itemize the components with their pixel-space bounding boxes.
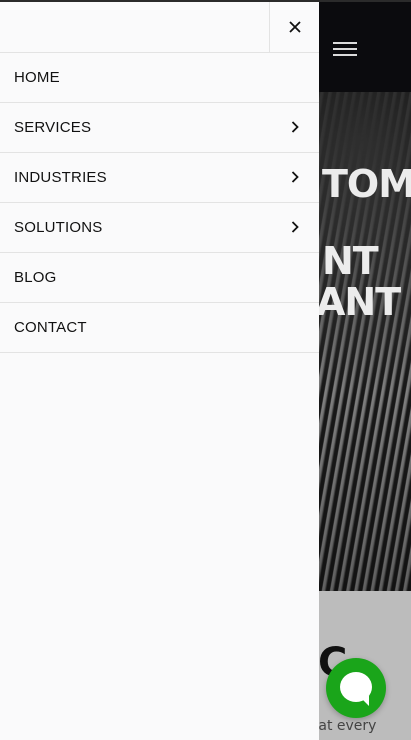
menu-item-services[interactable]: SERVICES [0, 103, 319, 153]
menu-item-blog[interactable]: BLOG [0, 253, 319, 303]
menu-item-label: INDUSTRIES [14, 169, 107, 186]
menu-item-industries[interactable]: INDUSTRIES [0, 153, 319, 203]
chevron-right-icon[interactable] [291, 121, 299, 133]
hero-heading-line-3: ANT [316, 280, 401, 324]
menu-item-solutions[interactable]: SOLUTIONS [0, 203, 319, 253]
mobile-menu-drawer: HOME SERVICES INDUSTRIES SOLUTIONS BLOG … [0, 0, 319, 740]
hamburger-icon[interactable] [333, 42, 357, 56]
hero-heading-line-2: NT [322, 239, 379, 283]
chat-button[interactable] [326, 658, 386, 718]
chevron-right-icon[interactable] [291, 171, 299, 183]
menu-item-contact[interactable]: CONTACT [0, 303, 319, 353]
menu-item-label: CONTACT [14, 319, 87, 336]
close-menu-button[interactable] [269, 2, 319, 52]
close-icon [288, 21, 301, 33]
menu-item-label: HOME [14, 69, 60, 86]
hero-heading-line-1: TOM [322, 162, 411, 206]
chevron-right-icon[interactable] [291, 221, 299, 233]
menu-item-label: SERVICES [14, 119, 92, 136]
menu-item-label: SOLUTIONS [14, 219, 103, 236]
menu-item-home[interactable]: HOME [0, 53, 319, 103]
menu-item-label: BLOG [14, 269, 57, 286]
drawer-header [0, 2, 319, 53]
